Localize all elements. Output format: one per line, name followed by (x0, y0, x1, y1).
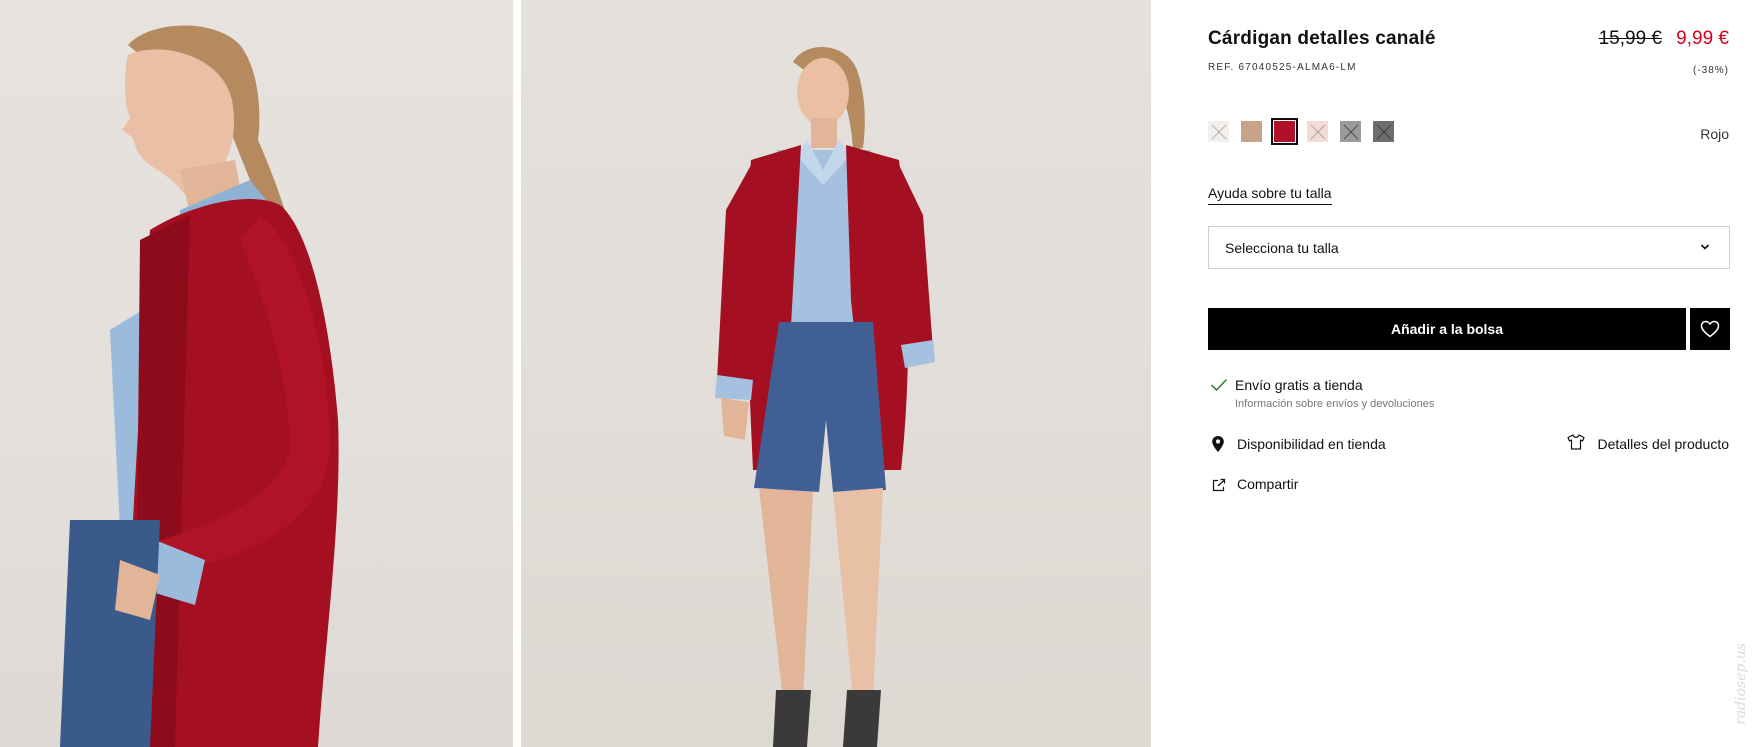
color-swatch-4[interactable] (1307, 121, 1328, 142)
product-photo-front[interactable] (521, 0, 1151, 747)
watermark-text: radiosep.us (1733, 643, 1749, 725)
color-swatch-3-selected[interactable] (1271, 118, 1298, 145)
watermark: radiosep.us (1733, 633, 1751, 743)
original-price: 15,99 € (1598, 28, 1662, 49)
discount-badge: (-38%) (1692, 65, 1729, 76)
product-reference: REF. 67040525-ALMA6-LM (1208, 62, 1357, 73)
store-availability-link[interactable]: Disponibilidad en tienda (1237, 436, 1386, 452)
model-side-illustration (60, 25, 339, 747)
heart-icon (1700, 320, 1720, 338)
add-to-bag-button[interactable]: Añadir a la bolsa (1208, 308, 1686, 350)
model-front-illustration (715, 47, 935, 747)
color-swatch-5[interactable] (1340, 121, 1361, 142)
product-details-link[interactable]: Detalles del producto (1597, 436, 1729, 452)
add-to-bag-label: Añadir a la bolsa (1390, 321, 1504, 337)
product-info-panel: Cárdigan detalles canalé REF. 67040525-A… (1151, 0, 1753, 747)
sale-price: 9,99 € (1676, 28, 1729, 49)
size-select-placeholder: Selecciona tu talla (1225, 239, 1339, 256)
size-help-link[interactable]: Ayuda sobre tu talla (1208, 185, 1332, 205)
size-select[interactable]: Selecciona tu talla (1208, 226, 1730, 269)
product-photo-side[interactable] (0, 0, 513, 747)
wishlist-button[interactable] (1690, 308, 1730, 350)
share-icon (1212, 478, 1226, 492)
color-swatch-1[interactable] (1208, 121, 1229, 142)
color-swatch-2[interactable] (1241, 121, 1262, 142)
check-icon (1210, 378, 1228, 392)
shipping-info-link[interactable]: Información sobre envíos y devoluciones (1235, 398, 1434, 410)
chevron-down-icon (1700, 244, 1710, 250)
free-shipping-text: Envío gratis a tienda (1235, 377, 1363, 393)
selected-color-name: Rojo (1700, 126, 1729, 142)
color-swatch-6[interactable] (1373, 121, 1394, 142)
location-pin-icon (1212, 436, 1224, 452)
tshirt-icon (1567, 434, 1585, 450)
product-title: Cárdigan detalles canalé (1208, 28, 1436, 49)
share-link[interactable]: Compartir (1237, 476, 1298, 492)
color-swatches (1208, 118, 1394, 145)
